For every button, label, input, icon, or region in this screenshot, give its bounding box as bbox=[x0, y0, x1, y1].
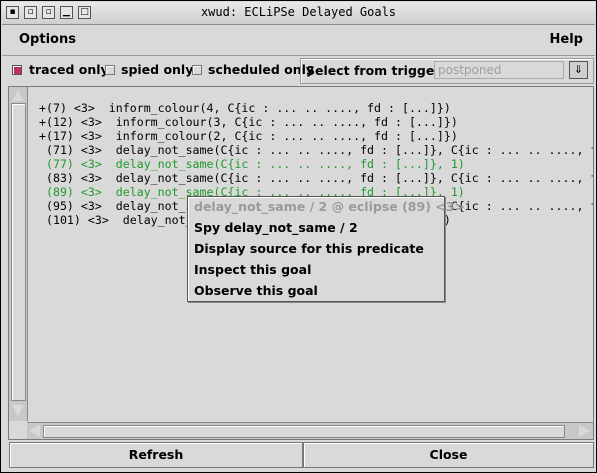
trigger-selector: Select from triggers: postponed ⇓ bbox=[300, 58, 594, 84]
goal-line[interactable]: +(17) <3> inform_colour(2, C{ic : ... ..… bbox=[39, 129, 458, 143]
vertical-scroll-thumb[interactable] bbox=[11, 103, 26, 401]
goal-line[interactable]: (83) <3> delay_not_same(C{ic : ... .. ..… bbox=[39, 171, 593, 185]
traced-only-checkbox[interactable] bbox=[12, 65, 22, 75]
spied-only-label[interactable]: spied only bbox=[121, 62, 193, 77]
button-bar: Refresh Close bbox=[2, 441, 595, 471]
scroll-down-icon[interactable] bbox=[12, 405, 24, 416]
goal-line[interactable]: (71) <3> delay_not_same(C{ic : ... .. ..… bbox=[39, 143, 593, 157]
goal-context-menu: delay_not_same / 2 @ eclipse (89) <3> Sp… bbox=[187, 196, 465, 302]
goal-line[interactable]: +(7) <3> inform_colour(4, C{ic : ... .. … bbox=[39, 101, 451, 115]
context-menu-title: delay_not_same / 2 @ eclipse (89) <3> bbox=[194, 199, 465, 214]
spied-only-checkbox[interactable] bbox=[105, 65, 115, 75]
delayed-goals-window: ▪ ▫ ▫ ▁ □ xwud: ECLiPSe Delayed Goals Op… bbox=[0, 0, 597, 473]
help-menu[interactable]: Help bbox=[550, 32, 583, 47]
refresh-button[interactable]: Refresh bbox=[9, 442, 303, 468]
goal-line[interactable]: +(12) <3> inform_colour(3, C{ic : ... ..… bbox=[39, 115, 458, 129]
display-source-item[interactable]: Display source for this predicate bbox=[194, 241, 424, 256]
title-bar[interactable]: ▪ ▫ ▫ ▁ □ xwud: ECLiPSe Delayed Goals bbox=[2, 2, 595, 25]
scheduled-only-checkbox[interactable] bbox=[192, 65, 202, 75]
horizontal-scroll-thumb[interactable] bbox=[43, 425, 565, 438]
scroll-left-icon[interactable] bbox=[29, 425, 40, 437]
vertical-scrollbar[interactable] bbox=[9, 87, 28, 421]
menu-bar: Options Help bbox=[2, 25, 595, 56]
trigger-dropdown-icon[interactable]: ⇓ bbox=[569, 61, 588, 79]
filter-row: traced only spied only scheduled only Se… bbox=[2, 57, 595, 85]
horizontal-scrollbar[interactable] bbox=[27, 422, 593, 439]
close-button[interactable]: Close bbox=[303, 442, 594, 468]
trigger-field[interactable]: postponed bbox=[434, 61, 564, 79]
scroll-right-icon[interactable] bbox=[579, 425, 590, 437]
scroll-up-icon[interactable] bbox=[12, 90, 24, 101]
trigger-label: Select from triggers: bbox=[306, 63, 453, 78]
inspect-goal-item[interactable]: Inspect this goal bbox=[194, 262, 311, 277]
spy-predicate-item[interactable]: Spy delay_not_same / 2 bbox=[194, 220, 358, 235]
goal-line[interactable]: (77) <3> delay_not_same(C{ic : ... .. ..… bbox=[39, 157, 465, 171]
scheduled-only-label[interactable]: scheduled only bbox=[208, 62, 314, 77]
window-title: xwud: ECLiPSe Delayed Goals bbox=[200, 5, 397, 19]
options-menu[interactable]: Options bbox=[19, 32, 76, 47]
observe-goal-item[interactable]: Observe this goal bbox=[194, 283, 318, 298]
traced-only-label[interactable]: traced only bbox=[29, 62, 109, 77]
